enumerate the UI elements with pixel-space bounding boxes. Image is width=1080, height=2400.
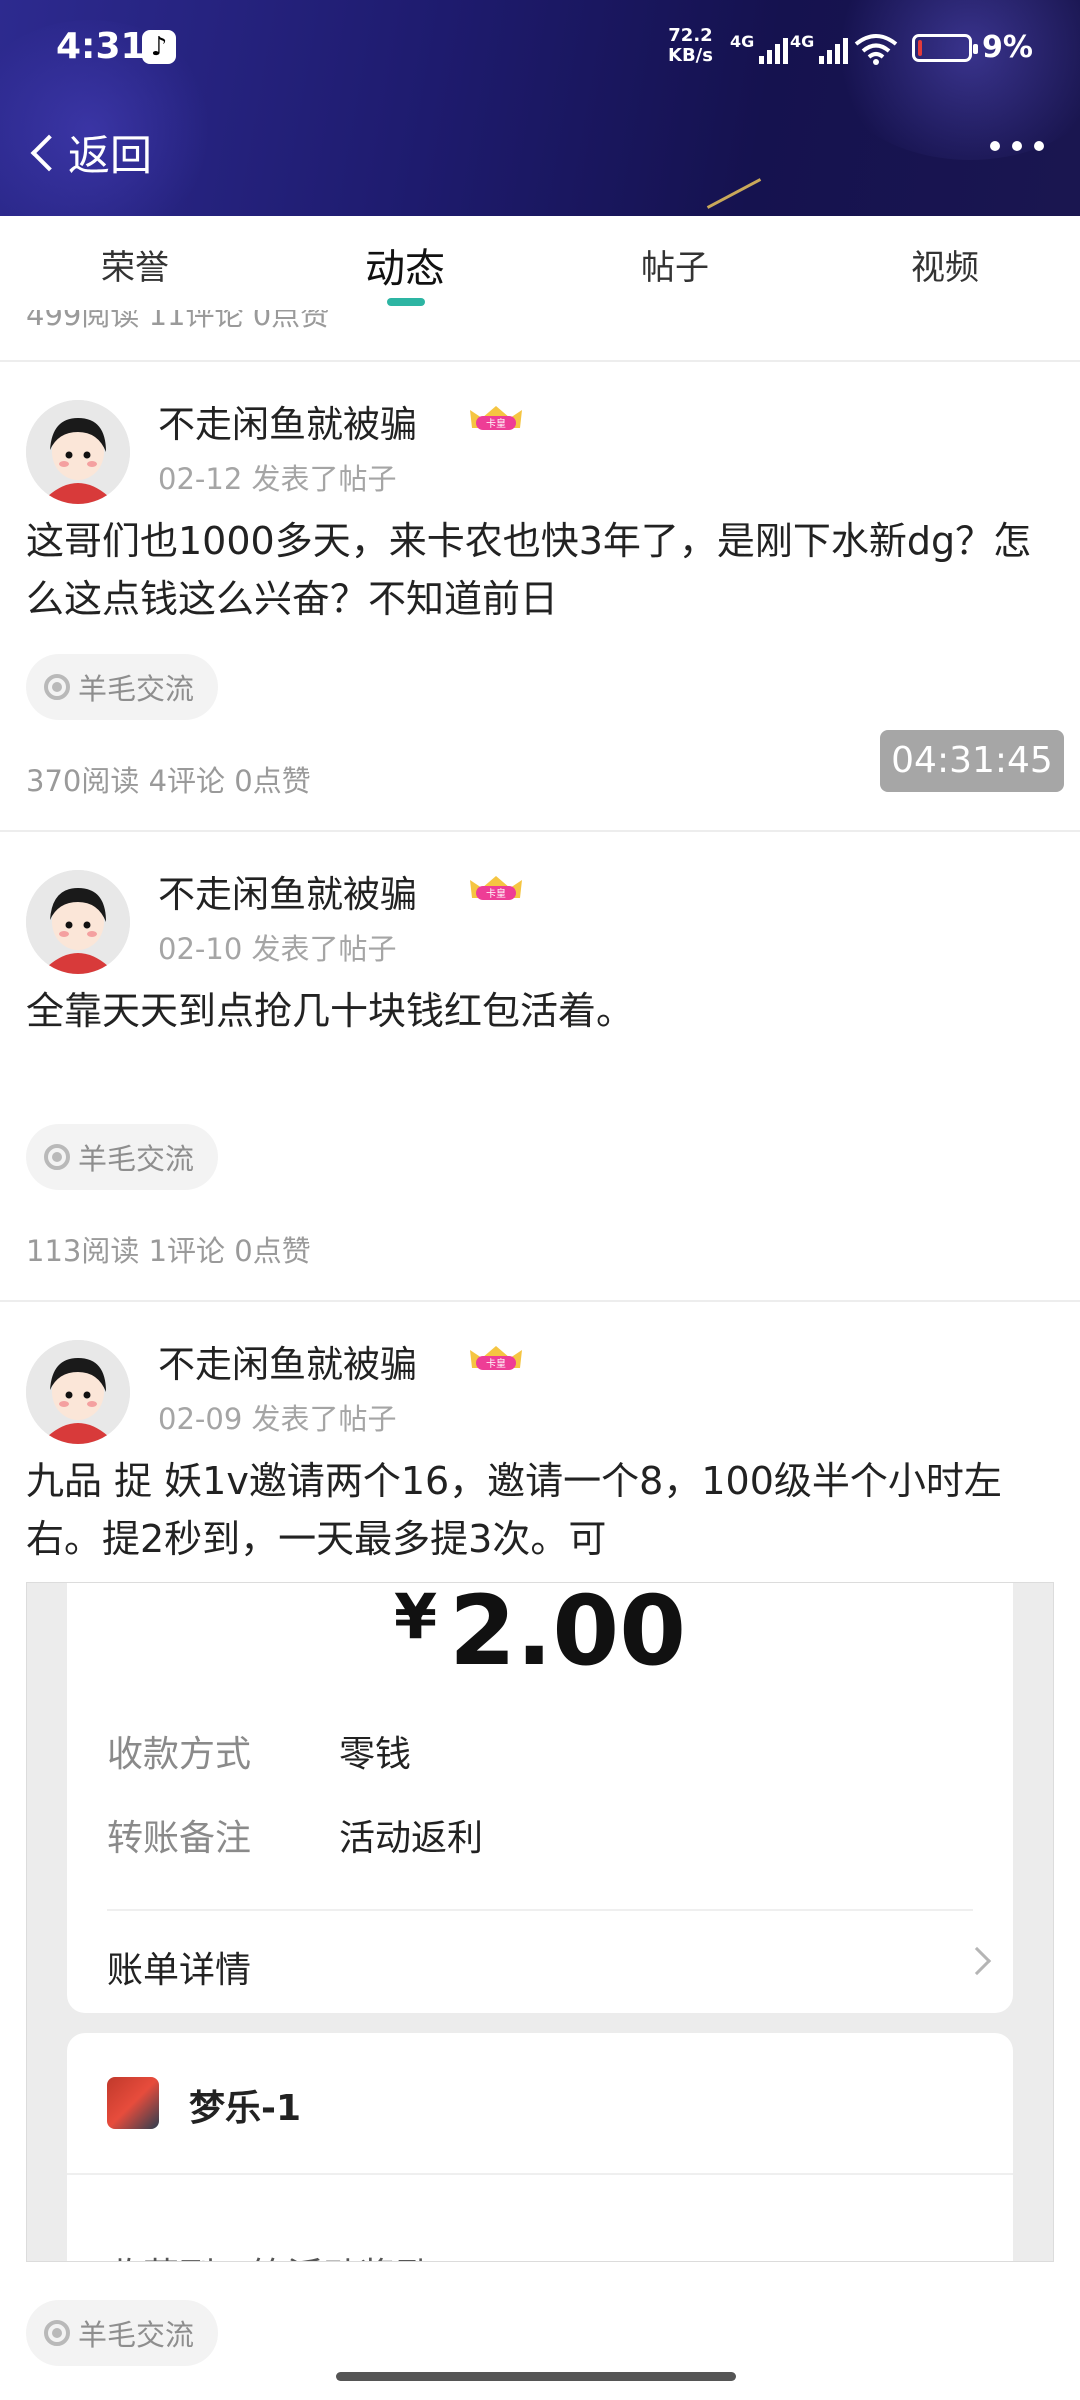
tab-bar: 荣誉 动态 帖子 视频 xyxy=(0,216,1080,310)
status-bar: 4:31 ♪ 72.2 KB/s 4G 4G 9% xyxy=(0,0,1080,100)
header: 4:31 ♪ 72.2 KB/s 4G 4G 9% 返回 xyxy=(0,0,1080,216)
post-content[interactable]: 九品 捉 妖1v邀请两个16，邀请一个8，100级半个小时左右。提2秒到，一天最… xyxy=(26,1452,1056,1568)
more-icon[interactable] xyxy=(990,138,1044,154)
avatar[interactable] xyxy=(26,1340,130,1444)
post-action: 发表了帖子 xyxy=(251,932,397,966)
post-stats: 370阅读 4评论 0点赞 xyxy=(26,764,311,798)
network-speed: 72.2 KB/s xyxy=(668,26,713,66)
signal-icon: 4G xyxy=(730,32,789,64)
crown-badge-icon: 卡皇 xyxy=(470,1346,522,1370)
tag-label: 羊毛交流 xyxy=(78,1142,195,1176)
post-meta: 02-12 发表了帖子 xyxy=(158,456,397,498)
post-stats: 113阅读 1评论 0点赞 xyxy=(26,1234,311,1268)
tab-activity[interactable]: 动态 xyxy=(270,216,540,310)
post-meta: 02-09 发表了帖子 xyxy=(158,1396,397,1438)
amount-value: 2.00 xyxy=(449,1582,686,1687)
time-overlay: 04:31:45 xyxy=(880,730,1064,792)
transfer-note-label: 转账备注 xyxy=(107,1818,252,1859)
post-meta: 02-10 发表了帖子 xyxy=(158,926,397,968)
transfer-note-value: 活动返利 xyxy=(339,1818,484,1859)
merchant-logo-icon xyxy=(107,2077,159,2129)
tab-videos[interactable]: 视频 xyxy=(810,216,1080,310)
post-date: 02-10 xyxy=(158,932,243,966)
post-image[interactable]: ¥2.00 收款方式 零钱 转账备注 活动返利 账单详情 梦乐-1 收获到一笔活… xyxy=(26,1582,1054,2262)
tab-label: 动态 xyxy=(365,246,445,292)
network-speed-value: 72.2 xyxy=(668,25,713,46)
crown-badge-icon: 卡皇 xyxy=(470,876,522,900)
avatar[interactable] xyxy=(26,870,130,974)
tab-honor[interactable]: 荣誉 xyxy=(0,216,270,310)
topic-tag[interactable]: 羊毛交流 xyxy=(26,2300,219,2366)
network-speed-unit: KB/s xyxy=(668,45,713,66)
post-action: 发表了帖子 xyxy=(251,1402,397,1436)
username[interactable]: 不走闲鱼就被骗 xyxy=(158,394,417,448)
chevron-right-icon xyxy=(962,1946,992,1976)
tab-label: 视频 xyxy=(911,248,979,288)
back-label: 返回 xyxy=(68,131,153,180)
merchant-desc: 收获到一笔活动奖励 xyxy=(107,2247,431,2261)
sim1-label: 4G xyxy=(730,32,755,51)
battery-percent: 9% xyxy=(982,30,1033,65)
badge-text: 卡皇 xyxy=(486,1357,506,1370)
battery-icon xyxy=(912,34,978,62)
post-item[interactable]: 不走闲鱼就被骗 卡皇 02-10 发表了帖子 全靠天天到点抢几十块钱红包活着。 … xyxy=(0,830,1080,1300)
battery-fill xyxy=(918,40,922,56)
home-indicator[interactable] xyxy=(336,2372,736,2381)
topic-tag[interactable]: 羊毛交流 xyxy=(26,654,219,720)
payment-amount: ¥2.00 xyxy=(67,1582,1013,1687)
wifi-icon xyxy=(854,34,898,65)
tab-label: 帖子 xyxy=(641,248,709,288)
topic-icon xyxy=(44,674,70,700)
currency-symbol: ¥ xyxy=(394,1582,438,1653)
username[interactable]: 不走闲鱼就被骗 xyxy=(158,864,417,918)
post-content[interactable]: 这哥们也1000多天，来卡农也快3年了，是刚下水新dg？怎么这点钱这么兴奋？不知… xyxy=(26,512,1056,628)
post-content[interactable]: 全靠天天到点抢几十块钱红包活着。 xyxy=(26,982,1056,1040)
post-date: 02-09 xyxy=(158,1402,243,1436)
activity-feed[interactable]: 499阅读 11评论 0点赞 不走闲鱼就被骗 卡皇 02-12 发表了帖子 这哥… xyxy=(0,310,1080,2400)
merchant-name: 梦乐-1 xyxy=(189,2088,301,2129)
tab-indicator xyxy=(387,298,425,306)
crown-badge-icon: 卡皇 xyxy=(470,406,522,430)
avatar-image xyxy=(26,1340,130,1444)
avatar-image xyxy=(26,870,130,974)
badge-text: 卡皇 xyxy=(486,887,506,900)
status-time: 4:31 xyxy=(56,26,146,67)
post-action: 发表了帖子 xyxy=(251,462,397,496)
avatar-image xyxy=(26,400,130,504)
back-button[interactable]: 返回 xyxy=(26,122,152,183)
tab-label: 荣誉 xyxy=(101,248,169,288)
merchant-card: 梦乐-1 收获到一笔活动奖励 xyxy=(67,2033,1013,2261)
topic-tag[interactable]: 羊毛交流 xyxy=(26,1124,219,1190)
divider xyxy=(67,2173,1013,2175)
badge-text: 卡皇 xyxy=(486,417,506,430)
tag-label: 羊毛交流 xyxy=(78,2318,195,2352)
tiktok-icon: ♪ xyxy=(142,30,176,64)
post-date: 02-12 xyxy=(158,462,243,496)
payment-card: ¥2.00 收款方式 零钱 转账备注 活动返利 账单详情 xyxy=(67,1583,1013,2013)
payment-method-label: 收款方式 xyxy=(107,1734,252,1775)
bill-details-label: 账单详情 xyxy=(107,1950,252,1991)
sim2-label: 4G xyxy=(790,32,815,51)
topic-icon xyxy=(44,2320,70,2346)
signal-icon: 4G xyxy=(790,32,849,64)
payment-method-value: 零钱 xyxy=(339,1734,412,1775)
chevron-left-icon xyxy=(30,134,68,171)
tag-label: 羊毛交流 xyxy=(78,672,195,706)
shooting-star xyxy=(706,178,762,209)
post-stats: 499阅读 11评论 0点赞 xyxy=(26,310,330,332)
username[interactable]: 不走闲鱼就被骗 xyxy=(158,1334,417,1388)
tab-posts[interactable]: 帖子 xyxy=(540,216,810,310)
divider xyxy=(107,1909,973,1911)
avatar[interactable] xyxy=(26,400,130,504)
topic-icon xyxy=(44,1144,70,1170)
